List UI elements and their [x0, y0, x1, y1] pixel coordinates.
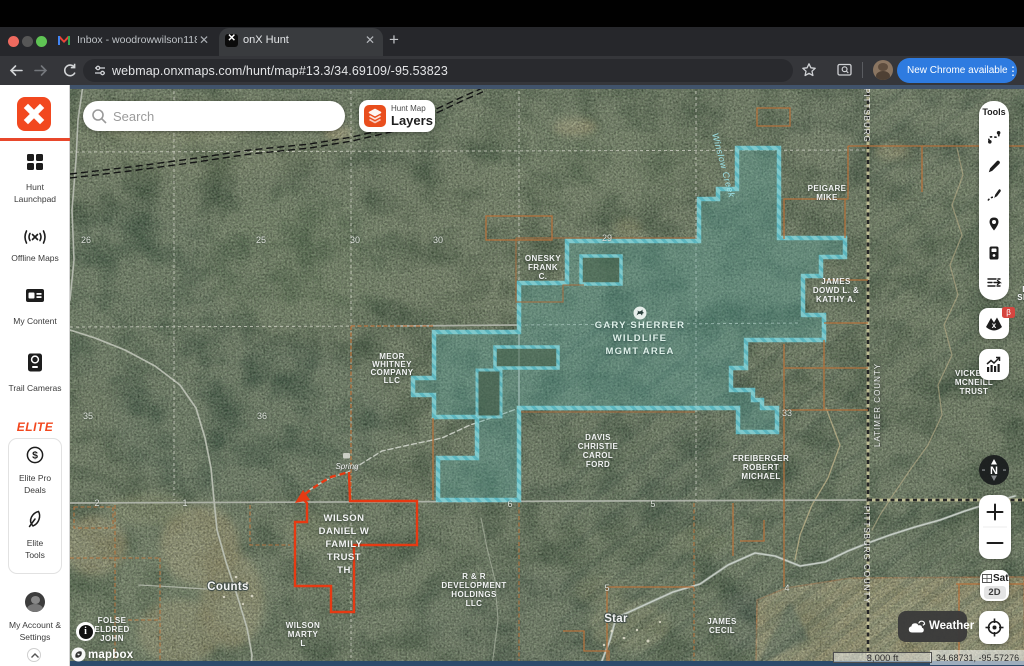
svg-text:$: $ — [32, 450, 38, 462]
svg-text:x: x — [992, 321, 997, 330]
svg-text:N: N — [990, 465, 998, 477]
